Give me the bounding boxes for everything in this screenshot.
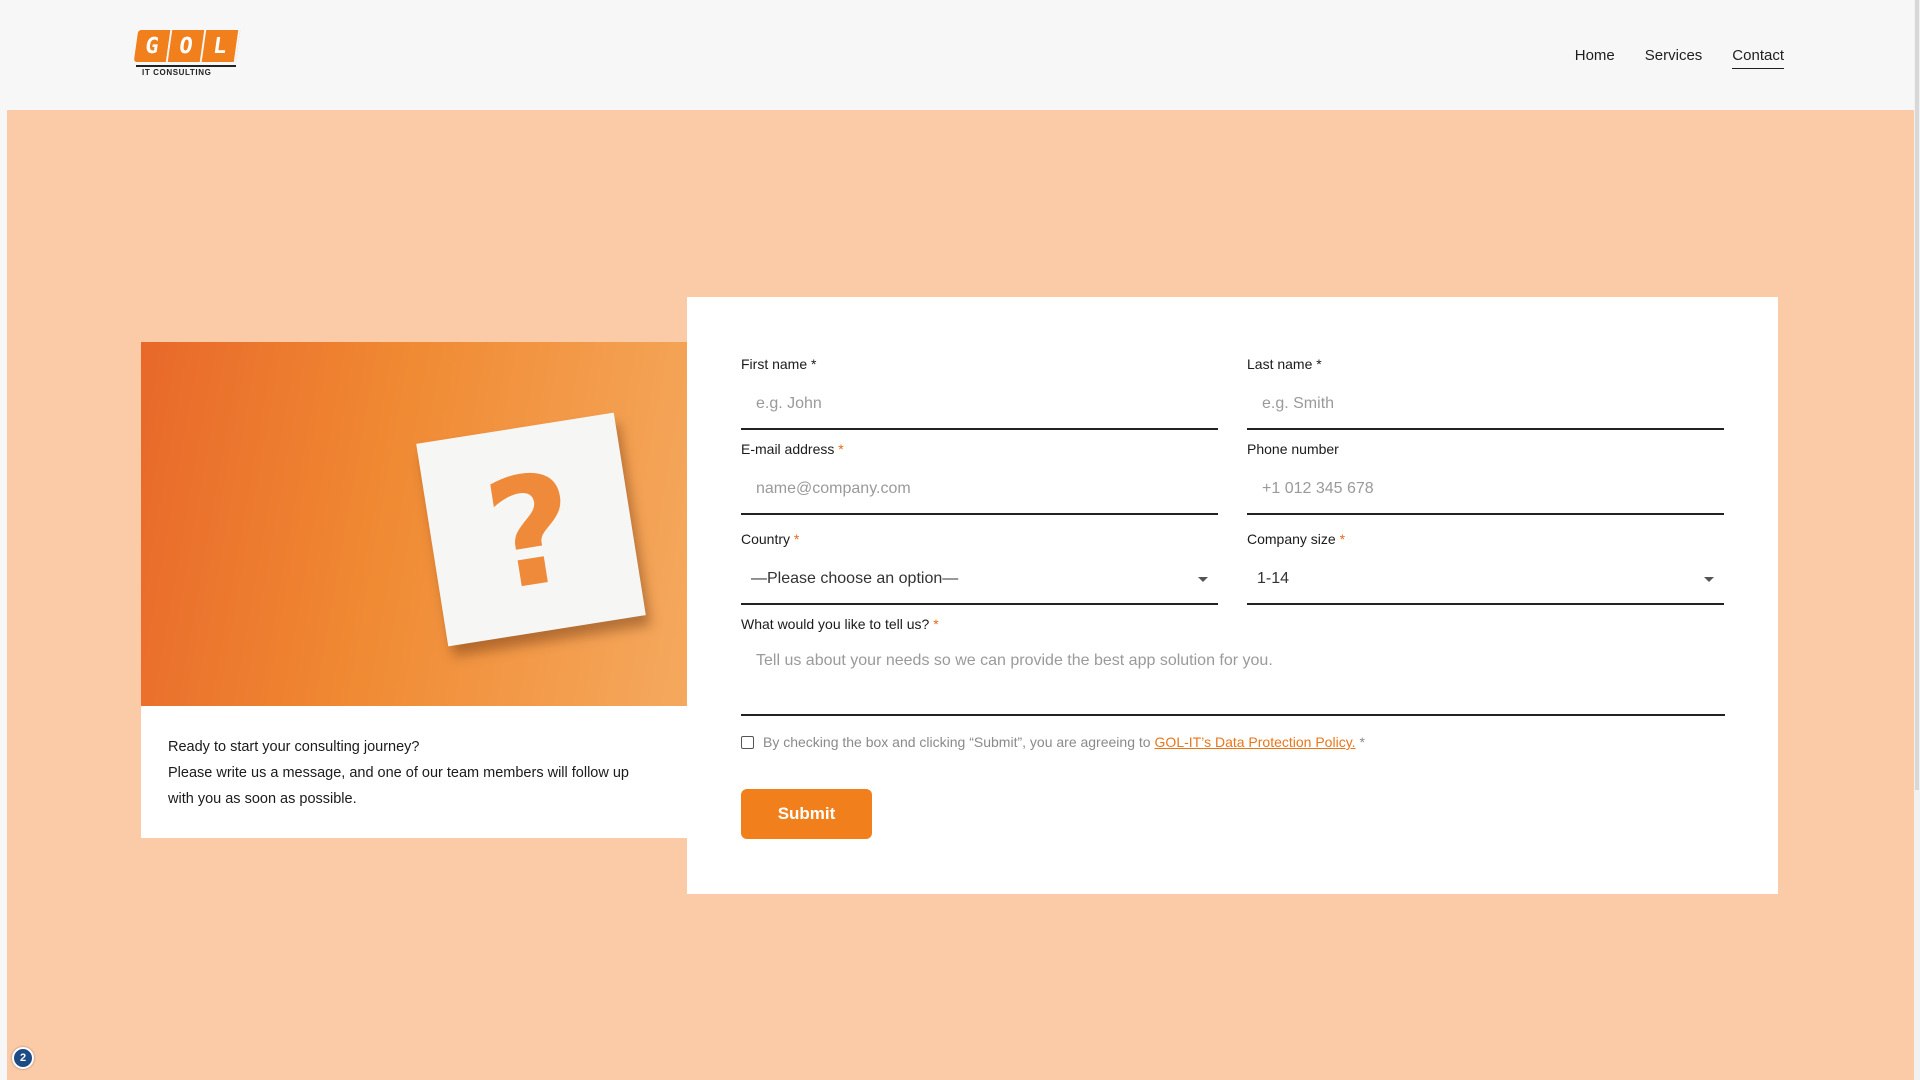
country-field: Country * —Please choose an option— <box>741 529 1218 605</box>
intro-line-2: Please write us a message, and one of ou… <box>168 765 629 807</box>
email-label-text: E-mail address <box>741 441 835 457</box>
submit-button[interactable]: Submit <box>741 789 872 839</box>
company-size-field: Company size * 1-14 <box>1247 529 1724 605</box>
gol-logo[interactable]: G O L IT CONSULTING <box>133 30 243 80</box>
required-marker: * <box>838 441 844 457</box>
message-label-text: What would you like to tell us? <box>741 616 930 632</box>
page-scrollbar[interactable] <box>1914 0 1920 1080</box>
phone-label: Phone number <box>1247 441 1339 457</box>
intro-line-1: Ready to start your consulting journey? <box>168 739 420 755</box>
required-marker: * <box>1359 734 1365 750</box>
accessibility-widget-icon[interactable]: 2 <box>12 1047 34 1069</box>
logo-letter-o: O <box>167 30 207 62</box>
required-marker: * <box>793 531 800 547</box>
consent-checkbox[interactable] <box>741 735 754 749</box>
company-size-label: Company size * <box>1247 529 1724 549</box>
nav-services[interactable]: Services <box>1645 46 1703 69</box>
first-name-label: First name * <box>741 356 817 372</box>
email-input[interactable] <box>741 465 1218 515</box>
logo-mark: G O L <box>133 30 243 62</box>
scrollbar-thumb[interactable] <box>1915 0 1919 790</box>
main-nav: Home Services Contact <box>1575 46 1784 69</box>
company-size-select[interactable]: 1-14 <box>1247 555 1724 605</box>
logo-letter-g: G <box>133 30 173 62</box>
required-marker: * <box>1339 531 1346 547</box>
phone-input[interactable] <box>1247 465 1724 515</box>
message-label: What would you like to tell us? * <box>741 614 1725 634</box>
chevron-down-icon <box>1704 576 1714 582</box>
consent-row: By checking the box and clicking “Submit… <box>741 734 1365 750</box>
company-size-label-text: Company size <box>1247 531 1336 547</box>
last-name-input[interactable] <box>1247 380 1724 430</box>
first-name-field: First name * <box>741 354 1218 430</box>
message-textarea[interactable] <box>741 640 1725 716</box>
nav-home[interactable]: Home <box>1575 46 1615 69</box>
chevron-down-icon <box>1198 576 1208 582</box>
required-marker: * <box>933 616 939 632</box>
logo-subtitle: IT CONSULTING <box>136 65 236 77</box>
last-name-field: Last name * <box>1247 354 1724 430</box>
company-size-select-value: 1-14 <box>1257 570 1290 587</box>
question-mark-image: ? <box>141 342 687 706</box>
intro-card: Ready to start your consulting journey? … <box>141 706 687 838</box>
phone-field: Phone number <box>1247 439 1724 515</box>
email-label: E-mail address * <box>741 439 1218 459</box>
site-header: G O L IT CONSULTING Home Services Contac… <box>0 0 1914 110</box>
logo-letter-l: L <box>201 30 241 62</box>
country-label-text: Country <box>741 531 791 547</box>
first-name-input[interactable] <box>741 380 1218 430</box>
last-name-label: Last name * <box>1247 356 1322 372</box>
data-protection-policy-link[interactable]: GOL-IT’s Data Protection Policy. <box>1155 734 1356 750</box>
question-mark-icon: ? <box>474 439 589 626</box>
country-select-value: —Please choose an option— <box>751 570 959 587</box>
email-field: E-mail address * <box>741 439 1218 515</box>
nav-contact[interactable]: Contact <box>1732 46 1784 69</box>
country-select[interactable]: —Please choose an option— <box>741 555 1218 605</box>
country-label: Country * <box>741 529 1218 549</box>
contact-form: First name * Last name * E-mail address … <box>687 297 1778 894</box>
message-field: What would you like to tell us? * <box>741 614 1725 716</box>
consent-text: By checking the box and clicking “Submit… <box>763 734 1151 750</box>
sticky-note: ? <box>416 412 646 647</box>
